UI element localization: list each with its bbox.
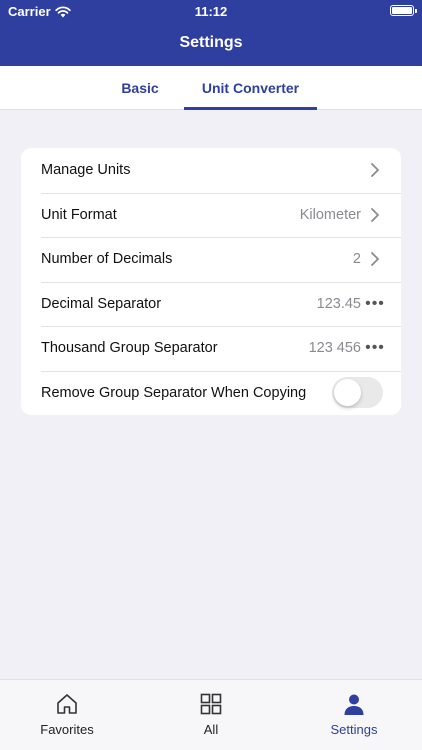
tabbar-item-favorites[interactable]: Favorites — [7, 680, 127, 750]
row-value: 2 — [352, 251, 361, 268]
bottom-tab-bar: Favorites All Settings — [0, 679, 422, 750]
chevron-right-icon — [367, 207, 383, 223]
row-value: 123.45 — [316, 295, 361, 312]
row-label: Remove Group Separator When Copying — [41, 384, 307, 401]
chevron-right-icon — [367, 251, 383, 267]
home-icon — [57, 694, 77, 714]
row-value: 123 456 — [308, 340, 361, 357]
decimal-separator-row[interactable]: Decimal Separator 123.45 ••• — [21, 281, 401, 327]
remove-group-separator-row: Remove Group Separator When Copying — [21, 370, 401, 416]
row-label: Thousand Group Separator — [41, 340, 218, 357]
segment-tabs: Basic Unit Converter — [0, 66, 422, 110]
status-time: 11:12 — [194, 4, 228, 19]
toggle-knob — [334, 379, 361, 407]
tab-unit-converter[interactable]: Unit Converter — [184, 66, 317, 110]
row-label: Manage Units — [41, 162, 131, 179]
tabbar-item-all[interactable]: All — [151, 680, 271, 750]
more-icon: ••• — [365, 294, 385, 312]
person-icon — [344, 694, 364, 715]
settings-card: Manage Units Unit Format Kilometer Numbe… — [21, 148, 401, 415]
row-label: Decimal Separator — [41, 295, 162, 312]
navigation-header: Carrier 11:12 Settings — [0, 0, 422, 66]
status-bar: Carrier 11:12 — [0, 0, 422, 22]
tabbar-label: Settings — [330, 722, 378, 737]
row-label: Unit Format — [41, 206, 117, 223]
chevron-right-icon — [367, 162, 383, 178]
page-title: Settings — [179, 34, 243, 51]
tabbar-label: Favorites — [40, 722, 94, 737]
tab-basic[interactable]: Basic — [110, 66, 170, 110]
row-label: Number of Decimals — [41, 251, 173, 268]
number-of-decimals-row[interactable]: Number of Decimals 2 — [21, 237, 401, 282]
battery-icon — [390, 5, 417, 16]
row-value: Kilometer — [299, 206, 361, 223]
grid-icon — [200, 693, 222, 715]
unit-format-row[interactable]: Unit Format Kilometer — [21, 192, 401, 238]
manage-units-row[interactable]: Manage Units — [21, 148, 401, 193]
remove-group-separator-toggle[interactable] — [332, 377, 383, 409]
more-icon: ••• — [365, 339, 385, 357]
tabbar-item-settings[interactable]: Settings — [294, 680, 414, 750]
thousand-group-separator-row[interactable]: Thousand Group Separator 123 456 ••• — [21, 326, 401, 371]
tabbar-label: All — [203, 722, 219, 737]
